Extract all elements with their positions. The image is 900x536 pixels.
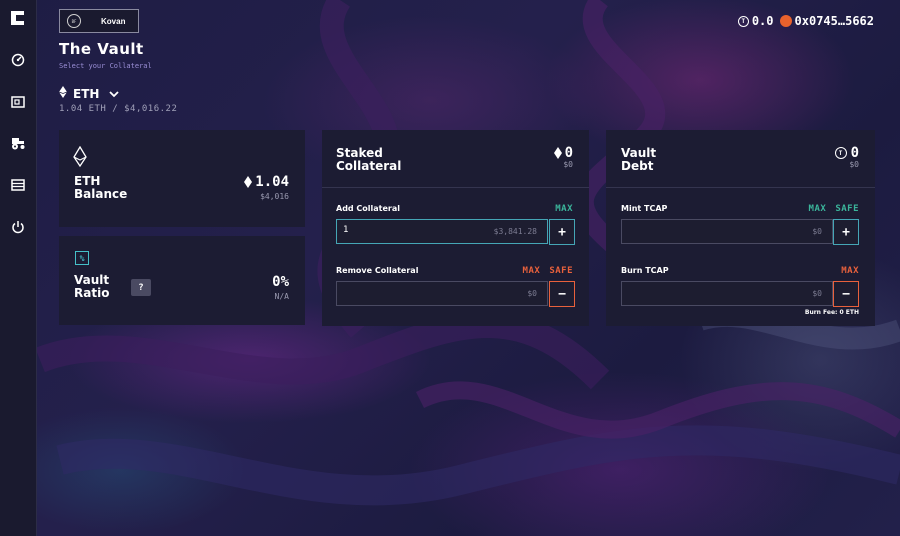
eth-icon <box>553 147 562 159</box>
page-subtitle: Select your Collateral <box>59 62 152 70</box>
mint-actions: MAX SAFE <box>809 204 859 214</box>
vault-ratio-card: % Vault Ratio ? 0% N/A <box>59 236 305 325</box>
divider <box>606 187 875 188</box>
chevron-down-icon <box>109 87 120 101</box>
vault-ratio-label: Vault Ratio <box>74 273 110 300</box>
tcap-icon: T <box>737 15 749 27</box>
wallet-avatar <box>779 15 792 27</box>
remove-collateral-usd: $0 <box>527 289 537 298</box>
app-logo-icon[interactable] <box>10 10 26 26</box>
burn-usd: $0 <box>812 289 822 298</box>
vault-ratio-value: 0% <box>272 274 289 290</box>
remove-collateral-input[interactable]: $0 <box>336 281 548 306</box>
page-title: The Vault <box>59 40 144 58</box>
ratio-help-button[interactable]: ? <box>131 279 151 296</box>
burn-max[interactable]: MAX <box>841 266 859 276</box>
staked-amount: 0 <box>553 145 573 161</box>
debt-amount: T 0 <box>834 145 859 161</box>
collateral-name: ETH <box>73 86 100 101</box>
add-collateral-usd: $3,841.28 <box>493 227 537 236</box>
dashboard-icon[interactable] <box>9 51 27 69</box>
add-collateral-value[interactable] <box>343 225 463 235</box>
network-selector[interactable]: BF Kovan <box>59 9 139 33</box>
remove-collateral-safe[interactable]: SAFE <box>549 266 573 276</box>
add-collateral-max[interactable]: MAX <box>555 204 573 214</box>
debt-usd: $0 <box>849 160 859 169</box>
burn-button[interactable]: − <box>833 281 859 307</box>
collateral-price: 1.04 ETH / $4,016.22 <box>59 104 178 114</box>
staked-collateral-label: Staked Collateral <box>336 146 402 173</box>
vault-debt-card: Vault Debt T 0 $0 Mint TCAP MAX SAFE $0 … <box>606 130 875 326</box>
eth-balance-amount: 1.04 <box>244 174 289 190</box>
eth-balance-card: ETH Balance 1.04 $4,016 <box>59 130 305 227</box>
sidebar <box>0 0 37 536</box>
mint-tcap-input[interactable]: $0 <box>621 219 833 244</box>
farm-icon[interactable] <box>9 134 27 152</box>
eth-balance-usd: $4,016 <box>260 192 289 201</box>
remove-collateral-label: Remove Collateral <box>336 266 419 275</box>
add-collateral-button[interactable]: + <box>549 219 575 245</box>
staked-collateral-card: Staked Collateral 0 $0 Add Collateral MA… <box>322 130 589 326</box>
network-badge: BF <box>67 14 81 28</box>
eth-icon <box>73 145 87 171</box>
mint-max[interactable]: MAX <box>809 204 827 214</box>
burn-fee: Burn Fee: 0 ETH <box>804 309 859 316</box>
divider <box>322 187 589 188</box>
mint-usd: $0 <box>812 227 822 236</box>
pools-icon[interactable] <box>9 176 27 194</box>
vault-ratio-sub: N/A <box>274 292 289 301</box>
collateral-selector[interactable]: ETH <box>58 86 120 101</box>
add-collateral-label: Add Collateral <box>336 204 401 213</box>
add-collateral-input[interactable]: $3,841.28 <box>336 219 548 244</box>
logout-icon[interactable] <box>9 218 27 236</box>
wallet-info[interactable]: T 0.0 0x0745…5662 <box>737 14 874 28</box>
mint-tcap-label: Mint TCAP <box>621 204 668 213</box>
eth-balance-label: ETH Balance <box>74 174 128 201</box>
vault-icon[interactable] <box>9 93 27 111</box>
tcap-icon: T <box>834 147 847 159</box>
staked-usd: $0 <box>563 160 573 169</box>
mint-safe[interactable]: SAFE <box>835 204 859 214</box>
tcap-balance: 0.0 <box>751 14 774 28</box>
eth-icon <box>244 176 253 188</box>
wallet-address: 0x0745…5662 <box>794 14 874 28</box>
eth-icon <box>58 86 68 101</box>
network-name: Kovan <box>101 16 126 26</box>
remove-collateral-button[interactable]: − <box>549 281 575 307</box>
percent-icon: % <box>75 251 89 265</box>
vault-debt-label: Vault Debt <box>621 146 657 173</box>
remove-collateral-max[interactable]: MAX <box>523 266 541 276</box>
burn-tcap-input[interactable]: $0 <box>621 281 833 306</box>
mint-button[interactable]: + <box>833 219 859 245</box>
remove-collateral-actions: MAX SAFE <box>523 266 573 276</box>
burn-tcap-label: Burn TCAP <box>621 266 669 275</box>
